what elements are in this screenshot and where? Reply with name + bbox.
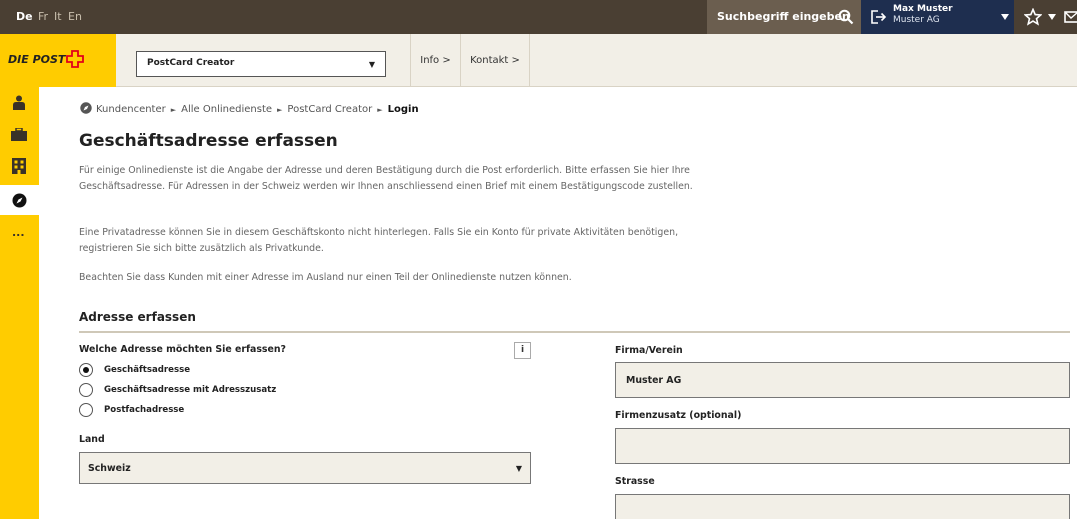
breadcrumb-separator-icon: ► (170, 106, 177, 114)
breadcrumb: Kundencenter ► Alle Onlinedienste ► PostCard… (80, 102, 419, 115)
firma-label: Firma/Verein (615, 345, 683, 356)
land-label: Land (79, 434, 105, 445)
sidebar-item-building[interactable] (0, 151, 39, 183)
dropdown-arrow-icon: ▼ (368, 60, 375, 69)
sidebar-item-more[interactable]: ... (0, 221, 39, 253)
search-input[interactable]: Suchbegriff eingeben (707, 0, 861, 34)
dropdown-arrow-icon: ▼ (515, 464, 522, 473)
post-cross-icon (66, 50, 84, 68)
radio-label[interactable]: Geschäftsadresse (104, 365, 190, 375)
radio-geschaeftsadresse-zusatz[interactable] (79, 383, 93, 397)
intro-paragraph: Für einige Onlinedienste ist die Angabe … (79, 165, 693, 192)
top-bar: De Fr It En Suchbegriff eingeben Max Mus… (0, 0, 1077, 34)
user-company: Muster AG (893, 15, 940, 25)
lang-de[interactable]: De (16, 0, 33, 34)
sidebar-item-onlineservices[interactable] (0, 185, 39, 215)
section-title: Adresse erfassen (79, 310, 196, 324)
info-icon[interactable]: i (514, 342, 531, 359)
user-name: Max Muster (893, 4, 953, 14)
lang-en[interactable]: En (68, 0, 82, 34)
building-icon (12, 158, 26, 174)
radio-label[interactable]: Geschäftsadresse mit Adresszusatz (104, 385, 276, 395)
abroad-paragraph: Beachten Sie dass Kunden mit einer Adres… (79, 272, 572, 283)
chevron-down-icon[interactable] (1001, 14, 1009, 20)
firma-value: Muster AG (626, 375, 682, 386)
radio-postfachadresse[interactable] (79, 403, 93, 417)
firma-field[interactable]: Muster AG (615, 362, 1070, 398)
firmenzusatz-field[interactable] (615, 428, 1070, 464)
nav-kontakt[interactable]: Kontakt > (461, 34, 529, 87)
section-divider (79, 331, 1070, 333)
logo[interactable]: DIE POST (0, 34, 116, 87)
person-icon (13, 95, 25, 110)
radio-geschaeftsadresse[interactable] (79, 363, 93, 377)
strasse-label: Strasse (615, 476, 655, 487)
chevron-down-icon[interactable] (1048, 14, 1056, 20)
radio-label[interactable]: Postfachadresse (104, 405, 184, 415)
breadcrumb-alle-onlinedienste[interactable]: Alle Onlinedienste (181, 104, 272, 115)
land-select-value: Schweiz (88, 463, 131, 474)
star-icon[interactable] (1024, 8, 1042, 26)
sidebar-item-business[interactable] (0, 119, 39, 151)
service-select[interactable]: PostCard Creator ▼ (136, 51, 386, 77)
lang-fr[interactable]: Fr (38, 0, 48, 34)
mail-icon[interactable] (1064, 9, 1077, 25)
address-type-question: Welche Adresse möchten Sie erfassen? (79, 344, 286, 355)
briefcase-icon (11, 128, 27, 141)
breadcrumb-current: Login (387, 104, 419, 115)
search-placeholder: Suchbegriff eingeben (717, 10, 850, 23)
service-select-value: PostCard Creator (147, 58, 235, 68)
strasse-field[interactable] (615, 494, 1070, 519)
user-menu[interactable]: Max Muster Muster AG (861, 0, 1014, 34)
lang-it[interactable]: It (54, 0, 62, 34)
sidebar: ... (0, 87, 39, 519)
nav-divider (529, 34, 530, 87)
page-title: Geschäftsadresse erfassen (79, 131, 338, 151)
land-select[interactable]: Schweiz ▼ (79, 452, 531, 484)
breadcrumb-kundencenter[interactable]: Kundencenter (96, 104, 166, 115)
breadcrumb-separator-icon: ► (377, 106, 383, 114)
private-address-paragraph: Eine Privatadresse können Sie in diesem … (79, 227, 679, 254)
firmenzusatz-label: Firmenzusatz (optional) (615, 410, 742, 421)
compass-icon (80, 102, 92, 114)
compass-icon (12, 193, 27, 208)
breadcrumb-separator-icon: ► (277, 106, 283, 114)
logo-text: DIE POST (8, 53, 66, 66)
breadcrumb-postcard-creator[interactable]: PostCard Creator (287, 104, 372, 115)
more-icon: ... (12, 226, 25, 239)
search-icon[interactable] (838, 9, 854, 25)
logout-icon[interactable] (870, 9, 887, 25)
sidebar-item-private[interactable] (0, 87, 39, 119)
nav-info[interactable]: Info > (411, 34, 460, 87)
